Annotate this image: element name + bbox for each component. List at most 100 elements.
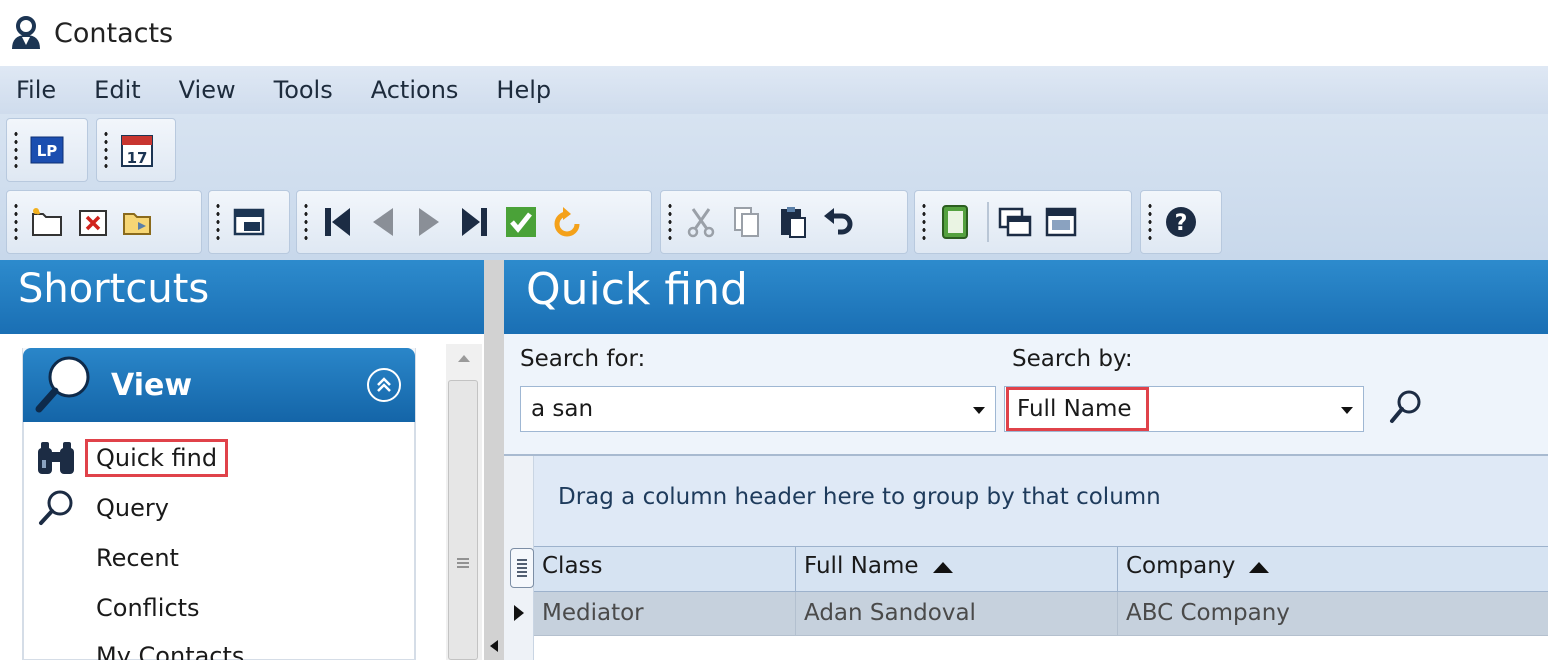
delete-icon xyxy=(79,210,107,236)
collapse-chevron-icon[interactable] xyxy=(367,368,401,402)
toolbar-grip[interactable] xyxy=(103,131,109,169)
quick-find-label: Quick find xyxy=(84,439,229,477)
toolbar-help-group: ? xyxy=(1140,190,1222,254)
cell-class: Mediator xyxy=(534,592,796,636)
quick-find-header: Quick find xyxy=(504,260,1548,334)
open-button[interactable] xyxy=(119,202,159,242)
menu-actions[interactable]: Actions xyxy=(371,76,459,104)
blank-icon xyxy=(36,636,76,660)
shortcuts-scrollbar[interactable] xyxy=(446,344,482,660)
first-record-icon xyxy=(325,208,350,236)
quick-find-pane: Quick find Search for: a san Search by: … xyxy=(504,260,1548,660)
window-title: Contacts xyxy=(54,17,174,49)
menu-view[interactable]: View xyxy=(179,76,236,104)
next-record-button[interactable] xyxy=(409,202,449,242)
next-record-icon xyxy=(419,208,439,236)
dropdown-arrow-icon[interactable] xyxy=(973,407,985,414)
toolbar-separator xyxy=(987,202,989,242)
menu-file[interactable]: File xyxy=(16,76,56,104)
paste-button[interactable] xyxy=(773,202,813,242)
toolbar-lp-group: LP xyxy=(6,118,88,182)
search-by-combo[interactable]: Full Name xyxy=(1004,386,1364,432)
scroll-up-arrow-icon[interactable] xyxy=(456,352,472,364)
panel-splitter[interactable] xyxy=(484,260,504,660)
cut-button[interactable] xyxy=(681,202,721,242)
scrollbar-thumb[interactable] xyxy=(448,380,478,660)
card-view-button[interactable] xyxy=(995,202,1035,242)
toolbar-grip[interactable] xyxy=(303,203,309,241)
title-bar: Contacts xyxy=(0,0,1548,66)
magnifier-icon xyxy=(36,488,76,528)
results-grid: Drag a column header here to group by th… xyxy=(504,454,1548,660)
menu-bar: File Edit View Tools Actions Help xyxy=(0,66,1548,114)
window-button[interactable] xyxy=(1041,202,1081,242)
toolbar-grip[interactable] xyxy=(13,131,19,169)
view-item-conflicts[interactable]: Conflicts xyxy=(36,588,200,628)
lp-button[interactable]: LP xyxy=(27,130,67,170)
toolbar-grip[interactable] xyxy=(215,203,221,241)
undo-icon xyxy=(824,208,853,235)
column-chooser-icon[interactable] xyxy=(510,548,534,588)
refresh-icon xyxy=(554,207,580,237)
last-record-button[interactable] xyxy=(455,202,495,242)
view-card-header[interactable]: View xyxy=(23,348,415,422)
group-by-area[interactable]: Drag a column header here to group by th… xyxy=(534,456,1548,546)
view-item-recent[interactable]: Recent xyxy=(36,538,179,578)
recent-label: Recent xyxy=(96,544,179,572)
toolbar-calendar-group: 17 xyxy=(96,118,176,182)
column-label-company: Company xyxy=(1126,553,1236,579)
delete-button[interactable] xyxy=(73,202,113,242)
refresh-button[interactable] xyxy=(547,202,587,242)
blank-icon xyxy=(36,588,76,628)
toolbar-grip[interactable] xyxy=(13,203,19,241)
collapse-left-arrow-icon[interactable] xyxy=(488,638,500,654)
new-button[interactable] xyxy=(27,202,67,242)
calendar-icon: 17 xyxy=(121,135,153,167)
search-for-combo[interactable]: a san xyxy=(520,386,996,432)
toolbar-grip[interactable] xyxy=(1147,203,1153,241)
search-icon xyxy=(1390,390,1421,423)
save-check-icon xyxy=(506,207,536,237)
print-preview-button[interactable] xyxy=(229,202,269,242)
menu-tools[interactable]: Tools xyxy=(274,76,333,104)
previous-record-button[interactable] xyxy=(363,202,403,242)
svg-text:LP: LP xyxy=(37,142,58,160)
search-by-label: Search by: xyxy=(1012,346,1133,372)
first-record-button[interactable] xyxy=(317,202,357,242)
view-item-quick-find[interactable]: Quick find xyxy=(36,438,229,478)
toolbar-grip[interactable] xyxy=(667,203,673,241)
toolbar-grip[interactable] xyxy=(921,203,927,241)
paste-icon xyxy=(781,207,806,238)
column-header-class[interactable]: Class xyxy=(534,547,796,591)
column-header-company[interactable]: Company xyxy=(1118,547,1548,591)
toolbar-views-group xyxy=(914,190,1132,254)
view-item-my-contacts[interactable]: My Contacts xyxy=(36,636,244,660)
table-row[interactable]: Mediator Adan Sandoval ABC Company xyxy=(534,592,1548,636)
current-row-indicator-icon xyxy=(514,605,524,621)
menu-help[interactable]: Help xyxy=(496,76,551,104)
search-by-value: Full Name xyxy=(1006,387,1149,431)
query-label: Query xyxy=(96,494,169,522)
my-contacts-label: My Contacts xyxy=(96,642,245,660)
dropdown-arrow-icon[interactable] xyxy=(1341,407,1353,414)
calendar-button[interactable]: 17 xyxy=(117,130,157,170)
undo-button[interactable] xyxy=(819,202,859,242)
help-button[interactable]: ? xyxy=(1161,202,1201,242)
open-folder-icon xyxy=(123,213,151,235)
save-button[interactable] xyxy=(501,202,541,242)
column-header-full-name[interactable]: Full Name xyxy=(796,547,1118,591)
notes-button[interactable] xyxy=(935,202,975,242)
card-view-icon xyxy=(998,207,1032,237)
toolbar-file-group xyxy=(6,190,202,254)
view-card-title: View xyxy=(111,367,193,403)
sort-ascending-icon xyxy=(1249,562,1270,573)
scroll-grip-icon xyxy=(457,558,469,568)
search-button[interactable] xyxy=(1382,384,1428,430)
view-item-query[interactable]: Query xyxy=(36,488,169,528)
column-label-full-name: Full Name xyxy=(804,553,919,579)
menu-edit[interactable]: Edit xyxy=(94,76,140,104)
copy-button[interactable] xyxy=(727,202,767,242)
window-icon xyxy=(1045,207,1077,237)
cell-full-name: Adan Sandoval xyxy=(796,592,1118,636)
search-for-label: Search for: xyxy=(520,346,646,372)
